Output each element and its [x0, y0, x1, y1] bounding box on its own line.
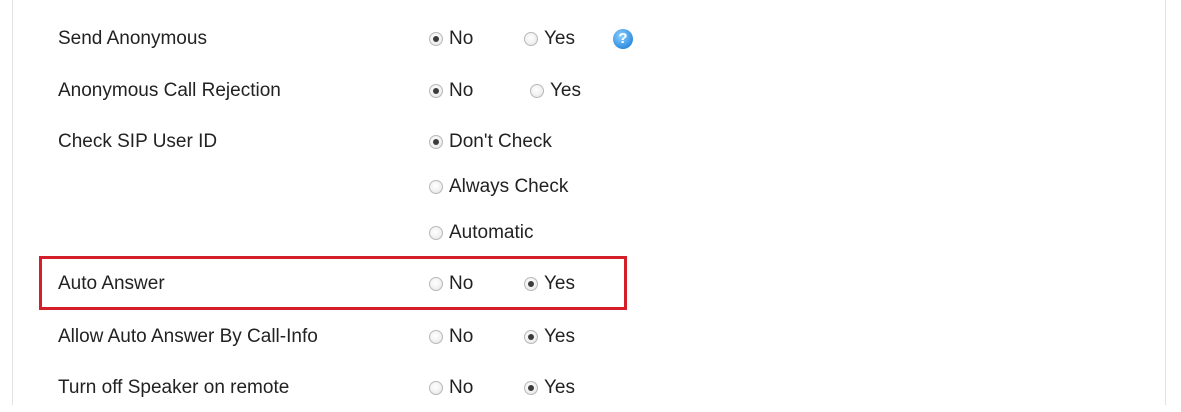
option-label: Yes: [544, 28, 575, 49]
setting-row-check-sip-user-id-cont2: Automatic: [0, 209, 1181, 257]
option-label: Yes: [544, 377, 575, 398]
auto-answer-no-option[interactable]: No: [429, 260, 473, 308]
send-anonymous-no-option[interactable]: No: [429, 15, 473, 63]
check-sip-dont-check-radio[interactable]: [429, 135, 443, 149]
setting-row-auto-answer: Auto Answer No Yes: [0, 260, 1181, 308]
setting-label: Allow Auto Answer By Call-Info: [58, 326, 318, 347]
setting-row-send-anonymous: Send Anonymous No Yes ?: [0, 15, 1181, 63]
option-label: Yes: [550, 80, 581, 101]
check-sip-automatic-radio[interactable]: [429, 226, 443, 240]
auto-answer-no-radio[interactable]: [429, 277, 443, 291]
setting-row-anonymous-call-rejection: Anonymous Call Rejection No Yes: [0, 67, 1181, 115]
option-label: No: [449, 80, 474, 101]
anonymous-call-rejection-no-radio[interactable]: [429, 84, 443, 98]
setting-row-check-sip-user-id-cont: Always Check: [0, 163, 1181, 211]
question-mark-icon[interactable]: ?: [613, 29, 633, 49]
option-label: No: [449, 273, 474, 294]
allow-auto-answer-no-radio[interactable]: [429, 330, 443, 344]
send-anonymous-no-radio[interactable]: [429, 32, 443, 46]
anonymous-call-rejection-no-option[interactable]: No: [429, 67, 473, 115]
setting-row-check-sip-user-id: Check SIP User ID Don't Check: [0, 118, 1181, 166]
option-label: No: [449, 28, 474, 49]
option-label: Always Check: [449, 176, 569, 197]
allow-auto-answer-yes-radio[interactable]: [524, 330, 538, 344]
setting-label: Anonymous Call Rejection: [58, 80, 281, 101]
anonymous-call-rejection-yes-radio[interactable]: [530, 84, 544, 98]
turn-off-speaker-no-radio[interactable]: [429, 381, 443, 395]
auto-answer-yes-option[interactable]: Yes: [524, 260, 575, 308]
setting-label: Send Anonymous: [58, 28, 207, 49]
send-anonymous-yes-option[interactable]: Yes: [524, 15, 575, 63]
turn-off-speaker-yes-radio[interactable]: [524, 381, 538, 395]
option-label: Automatic: [449, 222, 534, 243]
setting-label: Check SIP User ID: [58, 131, 218, 152]
check-sip-always-check-option[interactable]: Always Check: [429, 163, 568, 211]
option-label: Yes: [544, 273, 575, 294]
check-sip-always-check-radio[interactable]: [429, 180, 443, 194]
option-label: No: [449, 377, 474, 398]
check-sip-automatic-option[interactable]: Automatic: [429, 209, 533, 257]
settings-panel: Send Anonymous No Yes ? Anonymous Call R…: [0, 0, 1181, 405]
option-label: No: [449, 326, 474, 347]
anonymous-call-rejection-yes-option[interactable]: Yes: [530, 67, 581, 115]
setting-row-allow-auto-answer-by-call-info: Allow Auto Answer By Call-Info No Yes: [0, 313, 1181, 361]
allow-auto-answer-no-option[interactable]: No: [429, 313, 473, 361]
auto-answer-yes-radio[interactable]: [524, 277, 538, 291]
option-label: Don't Check: [449, 131, 552, 152]
setting-label: Auto Answer: [58, 273, 165, 294]
option-label: Yes: [544, 326, 575, 347]
allow-auto-answer-yes-option[interactable]: Yes: [524, 313, 575, 361]
check-sip-dont-check-option[interactable]: Don't Check: [429, 118, 552, 166]
send-anonymous-yes-radio[interactable]: [524, 32, 538, 46]
